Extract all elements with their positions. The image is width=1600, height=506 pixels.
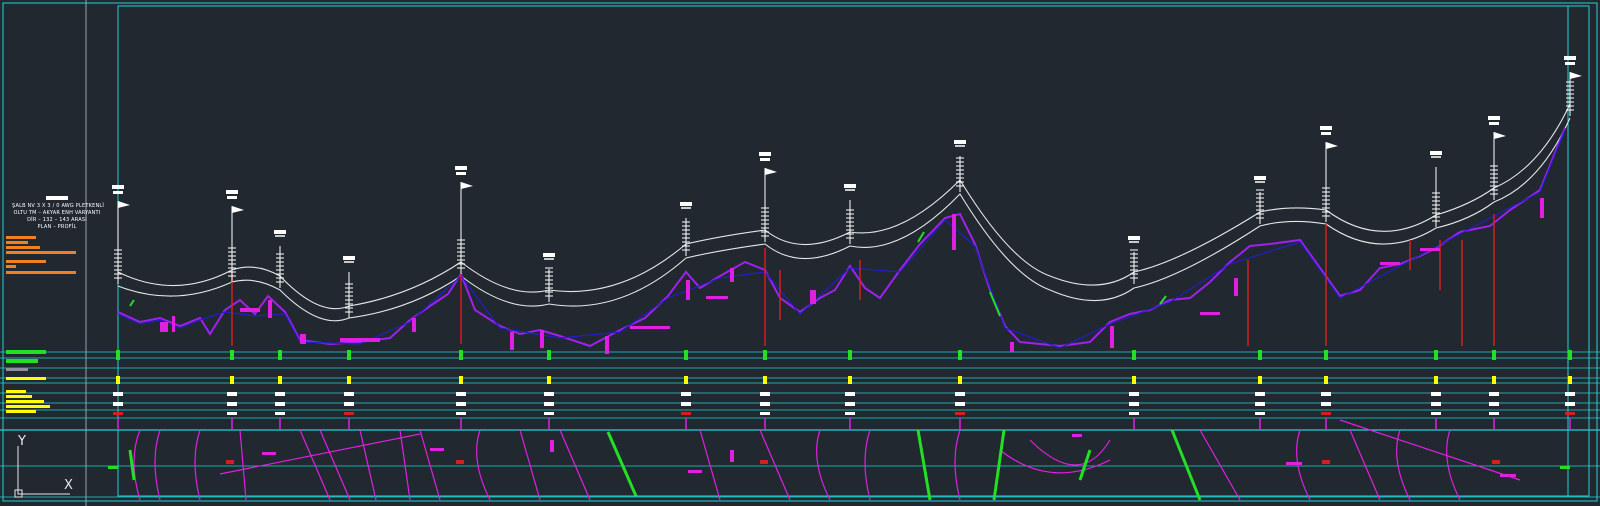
tower-T14 — [1430, 151, 1442, 227]
magenta-features — [160, 198, 1544, 354]
ucs-axis-icon: Y X — [6, 434, 86, 502]
tower-T12 — [1254, 176, 1266, 224]
ucs-x-label: X — [64, 478, 73, 493]
tower-T8 — [759, 152, 777, 242]
green-slope-marks — [129, 231, 1167, 317]
title-marker — [46, 196, 68, 200]
plan-view — [108, 419, 1570, 501]
title-line-2: OLTU TM – AKYAR ENH VARYANTI — [13, 210, 101, 216]
red-ground-lines — [231, 214, 1495, 346]
tower-T3 — [274, 230, 286, 288]
legend-band — [6, 350, 50, 413]
tower-T15 — [1488, 116, 1506, 200]
profile-band-lines — [0, 351, 1600, 498]
title-line-1: ŞALB NV 3 X 3 / 0 AWG PLETKENLİ — [12, 203, 105, 209]
tower-T11 — [1128, 236, 1140, 284]
tower-group — [112, 56, 1582, 318]
legend-orange — [6, 236, 76, 274]
conductor-lower — [117, 117, 1571, 322]
title-line-4: PLAN – PROFİL — [37, 224, 77, 230]
ucs-y-label: Y — [18, 434, 26, 449]
tower-T13 — [1320, 126, 1338, 222]
tower-T9 — [844, 184, 856, 244]
ground-profile — [117, 127, 1566, 349]
title-block: ŞALB NV 3 X 3 / 0 AWG PLETKENLİ OLTU TM … — [12, 196, 105, 231]
tower-T16 — [1564, 56, 1582, 116]
tower-T6 — [543, 253, 555, 302]
tower-T1 — [112, 185, 130, 284]
title-line-3: DİR – 132 – 143 ARASI — [27, 217, 87, 223]
cad-drawing-canvas[interactable] — [0, 0, 1600, 506]
conductor-upper — [117, 103, 1571, 310]
tower-T5 — [455, 166, 473, 274]
tower-T4 — [343, 256, 355, 318]
